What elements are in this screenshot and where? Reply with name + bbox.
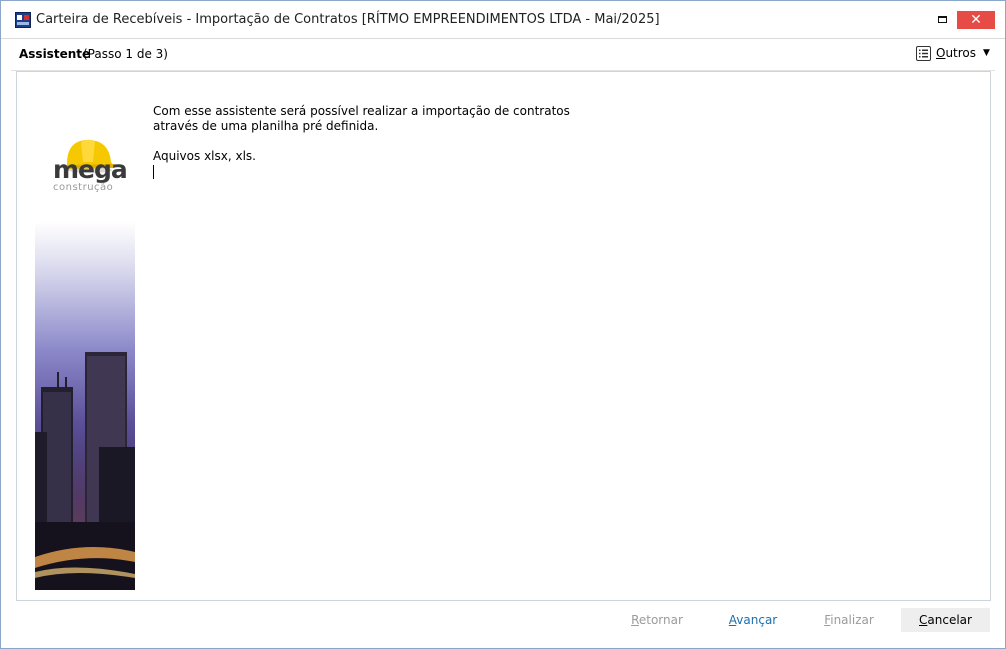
city-skyline-image [35,222,135,590]
logo-text: mega [53,155,128,184]
wizard-header: Assistente (Passo 1 de 3) Outros ▼ [11,39,995,71]
text-cursor [153,165,154,179]
wizard-step: (Passo 1 de 3) [83,47,168,61]
outros-label: Outros [936,46,977,60]
retornar-button[interactable]: Retornar [621,608,693,632]
formats-text: Aquivos xlsx, xls. [153,149,256,163]
close-button[interactable]: ✕ [957,11,995,29]
avancar-button[interactable]: Avançar [717,608,789,632]
intro-line-2: através de uma planilha pré definida. [153,119,379,133]
window-title: Carteira de Recebíveis - Importação de C… [36,12,660,27]
wizard-window: Carteira de Recebíveis - Importação de C… [0,0,1006,649]
title-bar: Carteira de Recebíveis - Importação de C… [1,1,1005,39]
outros-menu-button[interactable]: Outros ▼ [916,44,994,64]
list-icon [916,46,931,61]
app-icon [15,12,31,28]
intro-text: Com esse assistente será possível realiz… [153,104,573,179]
wizard-footer: Retornar Avançar Finalizar Cancelar [1,603,1005,643]
close-icon: ✕ [970,12,982,28]
chevron-down-icon: ▼ [983,48,990,58]
cancelar-button[interactable]: Cancelar [901,608,990,632]
wizard-title: Assistente [19,47,91,61]
maximize-icon [938,16,947,23]
maximize-button[interactable] [931,11,953,29]
wizard-content: mega construção Com esse assistente será… [16,71,991,601]
finalizar-button[interactable]: Finalizar [813,608,885,632]
intro-line-1: Com esse assistente será possível realiz… [153,104,570,118]
logo-subtext: construção [53,182,114,193]
